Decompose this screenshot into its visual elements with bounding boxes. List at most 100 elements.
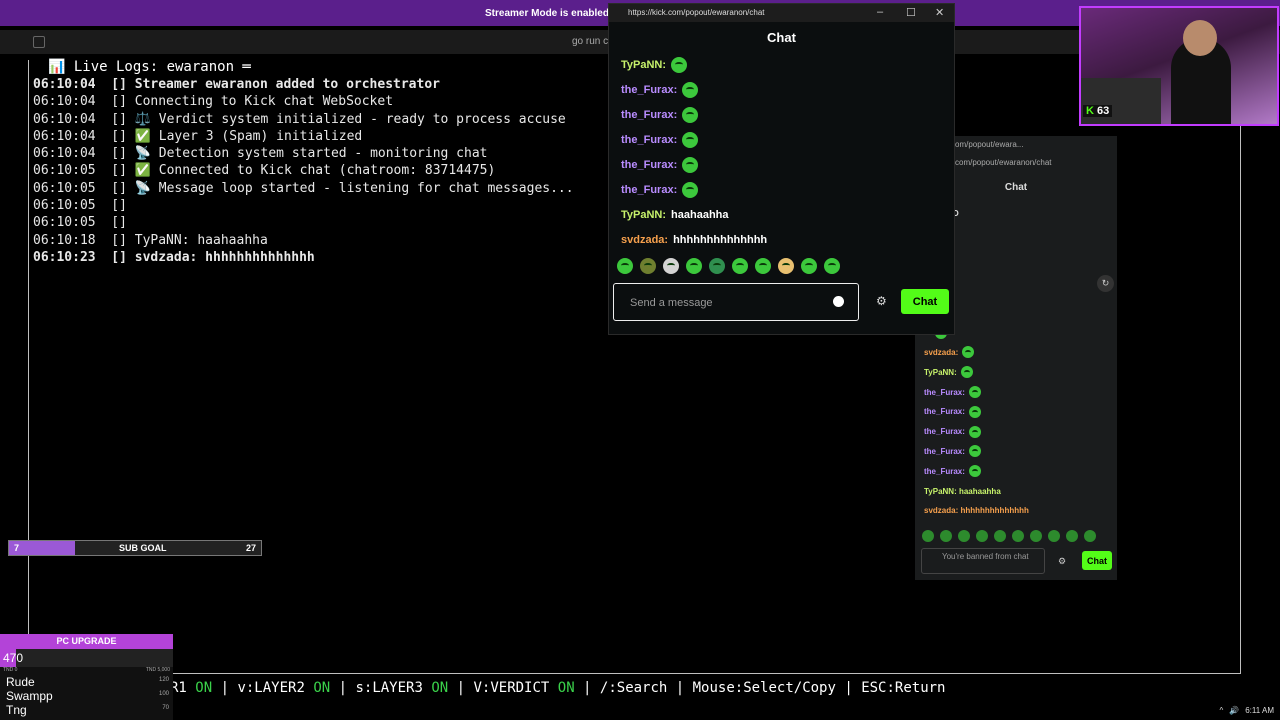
popout-url-bar: https://kick.com/popout/ewaranon/chat – … bbox=[609, 4, 954, 22]
chat-username[interactable]: svdzada: bbox=[924, 348, 958, 357]
pin-icon[interactable] bbox=[33, 36, 45, 48]
chat-title: Chat bbox=[767, 30, 796, 45]
webcam-overlay: K 63 bbox=[1079, 6, 1279, 126]
chat-messages: TyPaNN: the_Furax: the_Furax: the_Furax: the… bbox=[621, 52, 941, 252]
chat-message: svdzada: hhhhhhhhhhhhhh bbox=[621, 227, 941, 252]
chat-username[interactable]: svdzada: bbox=[621, 234, 668, 246]
emote-icon[interactable] bbox=[1012, 530, 1024, 542]
chat-username[interactable]: TyPaNN: bbox=[621, 209, 666, 221]
emote-icon[interactable] bbox=[1048, 530, 1060, 542]
chat-username[interactable]: TyPaNN: haahaahha bbox=[924, 487, 1001, 496]
emote-icon[interactable] bbox=[1030, 530, 1042, 542]
emote-icon[interactable] bbox=[940, 530, 952, 542]
chat-send-button[interactable]: Chat bbox=[901, 289, 949, 314]
chat-message: the_Furax: bbox=[621, 152, 941, 177]
chat-settings-gear-icon[interactable]: ⚙ bbox=[876, 294, 887, 308]
pc-upgrade-progress: 470 bbox=[0, 649, 173, 667]
chat-username[interactable]: TyPaNN: bbox=[924, 368, 957, 377]
log-line: 06:10:05 [] bbox=[33, 215, 127, 231]
banned-notice: You're banned from chat bbox=[921, 548, 1045, 574]
settings-gear-icon[interactable]: ⚙ bbox=[1058, 556, 1066, 567]
chat-username[interactable]: the_Furax: bbox=[924, 427, 965, 436]
minimize-icon[interactable]: – bbox=[877, 6, 883, 18]
chat-username[interactable]: the_Furax: bbox=[924, 447, 965, 456]
emote-icon bbox=[968, 445, 981, 458]
emote-icon[interactable] bbox=[686, 258, 702, 274]
log-list: 06:10:04 [] Streamer ewaranon added to o… bbox=[33, 76, 574, 266]
chat-message: the_Furax: bbox=[924, 422, 1114, 442]
emote-icon bbox=[960, 366, 973, 379]
emote-icon[interactable] bbox=[732, 258, 748, 274]
secondary-chat-send-button[interactable]: Chat bbox=[1082, 551, 1112, 570]
volume-icon[interactable]: 🔊 bbox=[1229, 706, 1239, 715]
emote-icon[interactable] bbox=[958, 530, 970, 542]
chat-username[interactable]: the_Furax: bbox=[621, 84, 677, 96]
chat-message: the_Furax: bbox=[924, 461, 1114, 481]
chat-message: the_Furax: bbox=[621, 177, 941, 202]
log-line: 06:10:04 [] ✅ Layer 3 (Spam) initialized bbox=[33, 128, 363, 144]
pc-upgrade-value: 470 bbox=[3, 651, 24, 665]
clock[interactable]: 6:11 AM bbox=[1245, 706, 1274, 715]
chat-message: the_Furax: bbox=[621, 127, 941, 152]
emote-icon[interactable] bbox=[778, 258, 794, 274]
emote-icon[interactable] bbox=[801, 258, 817, 274]
log-line: 06:10:18 [] TyPaNN: haahaahha bbox=[33, 232, 268, 248]
popout-url: https://kick.com/popout/ewaranon/chat bbox=[628, 8, 765, 17]
leader-amount: 70 bbox=[162, 705, 169, 711]
chat-message: TyPaNN: bbox=[924, 362, 1114, 382]
secondary-chat-url: om/popout/ewara... bbox=[955, 140, 1024, 149]
chat-username[interactable]: the_Furax: bbox=[924, 388, 965, 397]
scroll-down-icon[interactable]: ↻ bbox=[1097, 275, 1114, 292]
emote-icon bbox=[968, 386, 981, 399]
terminal-status-bar: R1 ON | v:LAYER2 ON | s:LAYER3 ON | V:VE… bbox=[170, 680, 946, 696]
emote-icon[interactable] bbox=[663, 258, 679, 274]
emote-icon bbox=[968, 425, 981, 438]
chevron-up-icon[interactable]: ^ bbox=[1220, 706, 1224, 715]
chat-username[interactable]: svdzada: hhhhhhhhhhhhhh bbox=[924, 506, 1029, 515]
chat-username[interactable]: the_Furax: bbox=[621, 134, 677, 146]
emote-icon[interactable] bbox=[1084, 530, 1096, 542]
close-icon[interactable]: ✕ bbox=[935, 6, 944, 19]
emote-icon bbox=[682, 131, 699, 148]
chat-text: haahaahha bbox=[671, 208, 729, 221]
system-tray: ^ 🔊 6:11 AM bbox=[1110, 700, 1280, 720]
pc-upgrade-title: PC UPGRADE bbox=[0, 634, 173, 649]
chat-username[interactable]: the_Furax: bbox=[924, 407, 965, 416]
emote-icon bbox=[682, 106, 699, 123]
emote-icon[interactable] bbox=[922, 530, 934, 542]
pc-upgrade-scale: TND 0 TND 5,000 bbox=[3, 667, 170, 673]
log-line: 06:10:05 [] ✅ Connected to Kick chat (ch… bbox=[33, 163, 496, 179]
emote-icon[interactable] bbox=[640, 258, 656, 274]
leader-name: Swampp bbox=[6, 689, 53, 703]
emote-icon[interactable] bbox=[824, 258, 840, 274]
chat-message: the_Furax: bbox=[924, 382, 1114, 402]
emote-icon[interactable] bbox=[976, 530, 988, 542]
chat-input-box[interactable] bbox=[613, 283, 859, 321]
sub-goal-label: SUB GOAL bbox=[119, 543, 167, 553]
chat-message: TyPaNN: haahaahha bbox=[924, 481, 1114, 501]
chat-message-input[interactable] bbox=[630, 295, 830, 311]
sub-goal-bar: 7 SUB GOAL 27 bbox=[8, 540, 262, 556]
chat-username[interactable]: the_Furax: bbox=[621, 184, 677, 196]
emote-icon bbox=[682, 181, 699, 198]
emoji-picker-icon[interactable] bbox=[833, 296, 844, 307]
chat-username[interactable]: the_Furax: bbox=[621, 109, 677, 121]
chat-username[interactable]: the_Furax: bbox=[621, 159, 677, 171]
emote-icon[interactable] bbox=[994, 530, 1006, 542]
log-line: 06:10:04 [] Connecting to Kick chat WebS… bbox=[33, 94, 394, 110]
chat-message: svdzada: hhhhhhhhhhhhhh bbox=[924, 501, 1114, 521]
chat-username[interactable]: TyPaNN: bbox=[621, 59, 666, 71]
chat-text: hhhhhhhhhhhhhh bbox=[673, 233, 768, 246]
leader-name: Rude bbox=[6, 675, 35, 689]
emote-icon bbox=[968, 405, 981, 418]
chat-message: svdzada: bbox=[924, 343, 1114, 363]
emote-icon[interactable] bbox=[709, 258, 725, 274]
emote-icon[interactable] bbox=[617, 258, 633, 274]
maximize-icon[interactable]: ☐ bbox=[906, 6, 916, 19]
emote-icon[interactable] bbox=[1066, 530, 1078, 542]
banner-text: Streamer Mode is enabled. Us bbox=[485, 8, 628, 19]
chat-username[interactable]: the_Furax: bbox=[924, 467, 965, 476]
leader-amount: 120 bbox=[158, 677, 169, 683]
terminal-tab-hint: go run c bbox=[572, 36, 609, 47]
emote-icon[interactable] bbox=[755, 258, 771, 274]
